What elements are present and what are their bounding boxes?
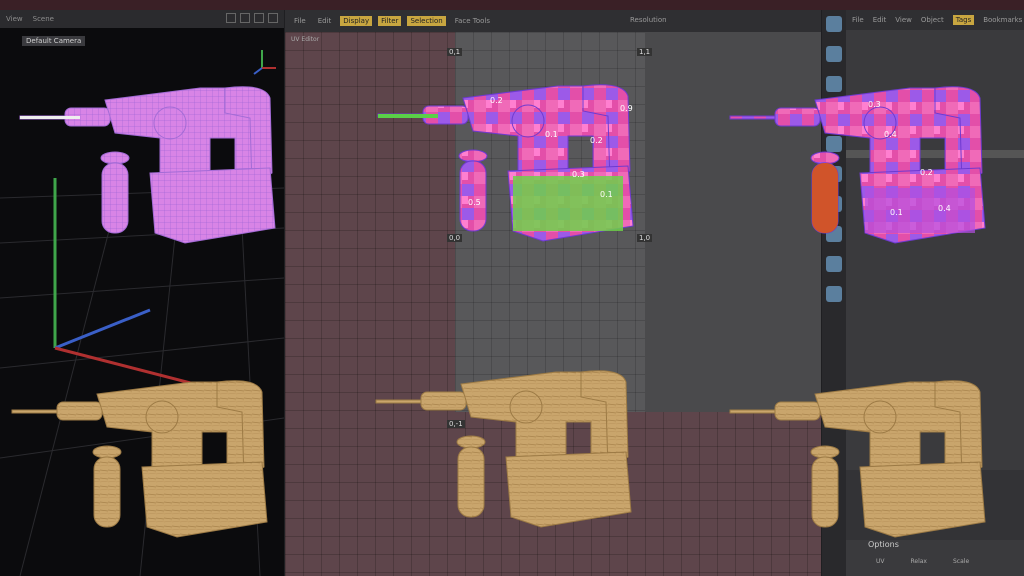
title-bar (0, 0, 1024, 10)
uv-editor-title: UV Editor (291, 36, 320, 43)
options-row: UV Relax Scale (876, 558, 969, 565)
uv-label: 0.3 (572, 170, 585, 179)
uv-coord-bottom-left: 0,-1 (447, 420, 465, 428)
tab-face-tools[interactable]: Face Tools (452, 16, 493, 26)
uv-coord-top-right: 1,1 (637, 48, 653, 56)
tab-selection[interactable]: Selection (407, 16, 446, 26)
sb-menu-file[interactable]: File (852, 16, 864, 24)
floor-grid (0, 187, 284, 576)
options-label: Options (868, 540, 899, 549)
viewport-menubar: View Scene (0, 10, 284, 28)
uv-outside-region (645, 32, 821, 412)
tool-icon-1[interactable] (826, 16, 842, 32)
uv-label: 0.1 (600, 190, 613, 199)
tool-icon-5[interactable] (826, 136, 842, 152)
object-manager-sidebar: File Edit View Object Tags Bookmarks Opt… (846, 10, 1024, 576)
option-relax[interactable]: Relax (911, 558, 928, 565)
uv-label: 0.2 (490, 96, 503, 105)
uv-space-region (455, 32, 645, 412)
sidebar-divider (846, 150, 1024, 158)
tool-icon-4[interactable] (826, 106, 842, 122)
attributes-block (846, 470, 1024, 540)
menu-view[interactable]: View (6, 15, 23, 23)
uv-coord-mid-left: 0,0 (447, 234, 463, 242)
uv-label: 0.9 (620, 104, 633, 113)
sb-menu-object[interactable]: Object (921, 16, 944, 24)
viewport-tools (226, 13, 278, 23)
sb-menu-view[interactable]: View (895, 16, 912, 24)
uv-coord-mid-right: 1,0 (637, 234, 653, 242)
tool-icon-6[interactable] (826, 166, 842, 182)
uv-label: 0.5 (468, 198, 481, 207)
tab-file[interactable]: File (291, 16, 309, 26)
tool-icon-7[interactable] (826, 196, 842, 212)
uv-editor-tabs: File Edit Display Filter Selection Face … (285, 10, 821, 32)
3d-viewport[interactable]: View Scene Default Camera (0, 10, 284, 576)
uv-label: 0.2 (920, 168, 933, 177)
uv-coord-top-left: 0,1 (447, 48, 463, 56)
sb-menu-edit[interactable]: Edit (873, 16, 887, 24)
tab-filter[interactable]: Filter (378, 16, 402, 26)
uv-editor-panel[interactable]: File Edit Display Filter Selection Face … (285, 10, 821, 576)
tool-icon-10[interactable] (826, 286, 842, 302)
menu-scene[interactable]: Scene (33, 15, 54, 23)
tool-icon-8[interactable] (826, 226, 842, 242)
rotate-icon[interactable] (254, 13, 264, 23)
uv-label: 0.2 (590, 136, 603, 145)
uv-label: 0.1 (545, 130, 558, 139)
sb-menu-bookmarks[interactable]: Bookmarks (983, 16, 1022, 24)
sb-menu-tags[interactable]: Tags (952, 15, 975, 25)
z-axis (54, 308, 151, 350)
tab-edit[interactable]: Edit (315, 16, 335, 26)
uv-label: 0.1 (890, 208, 903, 217)
maximize-icon[interactable] (268, 13, 278, 23)
uv-label: 0.4 (884, 130, 897, 139)
uv-label: 0.4 (938, 204, 951, 213)
option-uv[interactable]: UV (876, 558, 885, 565)
option-scale[interactable]: Scale (953, 558, 969, 565)
tool-icon-2[interactable] (826, 46, 842, 62)
resolution-label: Resolution (630, 16, 667, 24)
tool-icon-3[interactable] (826, 76, 842, 92)
sidebar-menu: File Edit View Object Tags Bookmarks (846, 10, 1024, 30)
viewport-scene (0, 50, 284, 576)
tab-display[interactable]: Display (340, 16, 373, 26)
uv-label: 0.3 (868, 100, 881, 109)
zoom-icon[interactable] (240, 13, 250, 23)
tool-icon-9[interactable] (826, 256, 842, 272)
app-window: View Scene Default Camera File Edit Disp… (0, 0, 1024, 576)
tool-icon-column (822, 10, 846, 576)
move-icon[interactable] (226, 13, 236, 23)
